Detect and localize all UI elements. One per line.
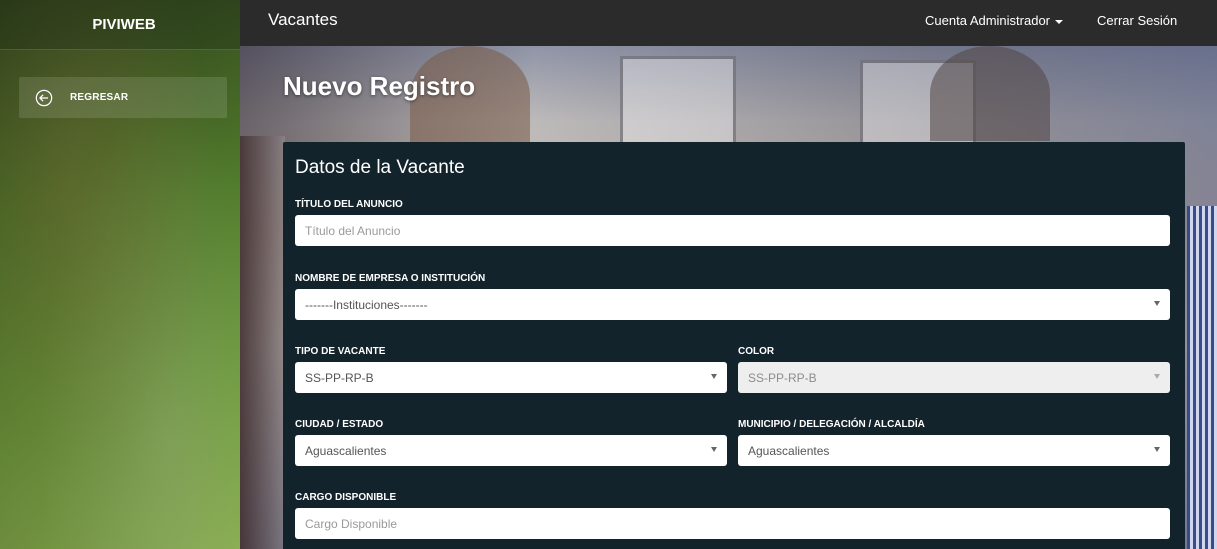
account-menu-label: Cuenta Administrador [925, 13, 1051, 28]
hero-person [930, 46, 1050, 141]
empresa-label: NOMBRE DE EMPRESA O INSTITUCIÓN [295, 273, 486, 284]
tipo-vacante-label: TIPO DE VACANTE [295, 346, 386, 357]
caret-down-icon [711, 374, 717, 379]
form-title: Datos de la Vacante [295, 157, 465, 178]
back-button[interactable]: REGRESAR [19, 77, 227, 118]
color-label: COLOR [738, 346, 775, 357]
account-menu[interactable]: Cuenta Administrador [925, 13, 1064, 28]
section-title: Vacantes [268, 10, 338, 29]
top-navbar: Vacantes Cuenta Administrador Cerrar Ses… [240, 0, 1217, 46]
logout-link[interactable]: Cerrar Sesión [1097, 13, 1177, 28]
color-select: SS-PP-RP-B [738, 362, 1170, 393]
back-button-label: REGRESAR [70, 92, 129, 103]
cargo-input[interactable]: Cargo Disponible [295, 508, 1170, 539]
brand-logo[interactable]: PIVIWEB [0, 0, 240, 50]
cargo-label: CARGO DISPONIBLE [295, 492, 397, 503]
hero-striped-shirt [1187, 206, 1217, 549]
caret-down-icon [1154, 447, 1160, 452]
sidebar: PIVIWEB REGRESAR [0, 0, 240, 549]
ciudad-select[interactable]: Aguascalientes [295, 435, 727, 466]
municipio-label: MUNICIPIO / DELEGACIÓN / ALCALDÍA [738, 419, 925, 430]
arrow-left-circle-icon [35, 89, 53, 106]
tipo-vacante-value: SS-PP-RP-B [305, 370, 374, 385]
caret-down-icon [1055, 19, 1064, 24]
titulo-anuncio-input[interactable]: Título del Anuncio [295, 215, 1170, 246]
titulo-anuncio-label: TÍTULO DEL ANUNCIO [295, 199, 403, 210]
caret-down-icon [1154, 374, 1160, 379]
hero-shadow [240, 136, 285, 549]
empresa-select[interactable]: -------Instituciones------- [295, 289, 1170, 320]
municipio-value: Aguascalientes [748, 443, 830, 458]
page-title: Nuevo Registro [283, 71, 476, 101]
ciudad-label: CIUDAD / ESTADO [295, 419, 384, 430]
empresa-select-value: -------Instituciones------- [305, 297, 428, 312]
ciudad-value: Aguascalientes [305, 443, 387, 458]
hero-window [620, 56, 736, 147]
vacancy-form-panel: Datos de la Vacante TÍTULO DEL ANUNCIO T… [283, 142, 1185, 549]
color-value: SS-PP-RP-B [748, 370, 817, 385]
caret-down-icon [1154, 301, 1160, 306]
municipio-select[interactable]: Aguascalientes [738, 435, 1170, 466]
caret-down-icon [711, 447, 717, 452]
tipo-vacante-select[interactable]: SS-PP-RP-B [295, 362, 727, 393]
